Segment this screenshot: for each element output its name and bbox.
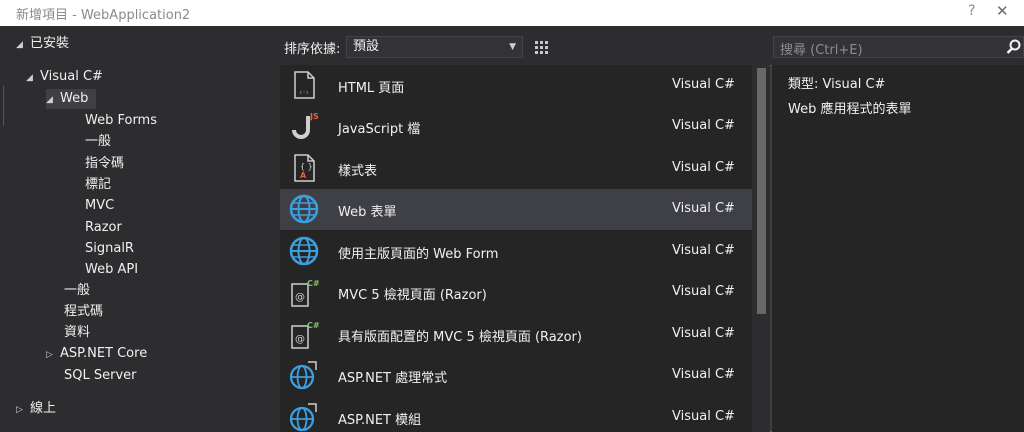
scrollbar-thumb[interactable] — [757, 68, 766, 314]
tree-label: 線上 — [30, 401, 57, 416]
expanded-triangle-icon[interactable]: ◢ — [16, 35, 30, 55]
item-name: ASP.NET 處理常式 — [338, 371, 448, 386]
tree-node-general[interactable]: 一般 — [85, 132, 111, 152]
list-item[interactable]: 使用主版頁面的 Web Form Visual C# — [280, 231, 752, 272]
item-name: 樣式表 — [338, 164, 378, 179]
sort-label: 排序依據: — [284, 42, 341, 57]
tree-node-sql-server[interactable]: SQL Server — [64, 366, 137, 386]
item-type: 類型: Visual C# — [788, 77, 886, 92]
template-list: ‹·› HTML 頁面 Visual C# JS JavaScript 檔 Vi… — [280, 65, 752, 432]
tree-label: 已安裝 — [30, 36, 70, 51]
chevron-down-icon: ▼ — [509, 42, 516, 52]
item-language: Visual C# — [672, 243, 735, 258]
handler-globe-icon — [289, 361, 317, 390]
tree-node-data[interactable]: 資料 — [64, 323, 90, 343]
item-language: Visual C# — [672, 160, 735, 175]
item-name: MVC 5 檢視頁面 (Razor) — [338, 288, 487, 303]
tree-node-visual-csharp[interactable]: ◢ Visual C# — [26, 67, 103, 87]
item-language: Visual C# — [672, 118, 735, 133]
list-item[interactable]: { } A 樣式表 Visual C# — [280, 148, 752, 189]
list-item[interactable]: JS JavaScript 檔 Visual C# — [280, 106, 752, 147]
close-button[interactable]: ✕ — [996, 2, 1009, 20]
item-language: Visual C# — [672, 326, 735, 341]
tree-node-mvc[interactable]: MVC — [85, 196, 114, 216]
item-name: Web 表單 — [338, 205, 397, 220]
tree-node-code[interactable]: 程式碼 — [64, 302, 103, 322]
item-name: 使用主版頁面的 Web Form — [338, 247, 499, 262]
sort-dropdown[interactable]: 預設 ▼ — [346, 36, 523, 58]
list-item-selected[interactable]: Web 表單 Visual C# — [280, 189, 752, 230]
item-language: Visual C# — [672, 77, 735, 92]
tree-label: Web — [60, 91, 89, 106]
window-title: 新增項目 - WebApplication2 — [16, 8, 191, 23]
razor-view-icon: @ C# — [291, 321, 320, 349]
html-page-icon: ‹·› — [294, 71, 315, 99]
expanded-triangle-icon[interactable]: ◢ — [26, 68, 40, 88]
stylesheet-icon: { } A — [294, 154, 315, 182]
list-item[interactable]: @ C# 具有版面配置的 MVC 5 檢視頁面 (Razor) Visual C… — [280, 314, 752, 355]
svg-text:‹·›: ‹·› — [299, 88, 309, 98]
javascript-file-icon: JS — [292, 112, 319, 139]
globe-icon — [289, 236, 319, 266]
tree-node-razor[interactable]: Razor — [85, 218, 122, 238]
tree-node-markup[interactable]: 標記 — [85, 175, 111, 195]
tree-node-online[interactable]: ▷ 線上 — [16, 399, 56, 419]
grid-view-icon — [535, 41, 548, 54]
tree-node-signalr[interactable]: SignalR — [85, 239, 134, 259]
globe-icon — [289, 194, 319, 224]
title-bar: 新增項目 - WebApplication2 ? ✕ — [0, 0, 1024, 26]
tree-node-web-api[interactable]: Web API — [85, 260, 138, 280]
details-panel: 類型: Visual C# Web 應用程式的表單 — [772, 65, 1024, 432]
search-input[interactable]: 搜尋 (Ctrl+E) — [780, 39, 863, 58]
svg-text:@: @ — [295, 292, 305, 303]
tree-node-script[interactable]: 指令碼 — [85, 154, 124, 174]
svg-text:{ }: { } — [300, 162, 313, 171]
tree-label: ASP.NET Core — [60, 346, 148, 361]
collapsed-triangle-icon[interactable]: ▷ — [16, 400, 30, 420]
item-language: Visual C# — [672, 367, 735, 382]
tree-node-web-forms[interactable]: Web Forms — [85, 111, 157, 131]
collapsed-triangle-icon[interactable]: ▷ — [46, 345, 60, 365]
razor-view-icon: @ C# — [291, 279, 320, 307]
item-language: Visual C# — [672, 201, 735, 216]
tree-node-aspnet-core[interactable]: ▷ ASP.NET Core — [46, 344, 147, 364]
tree-label: Visual C# — [40, 69, 103, 84]
sort-value: 預設 — [353, 39, 380, 54]
small-icons-view-button[interactable] — [530, 36, 552, 58]
module-globe-icon — [289, 403, 317, 432]
item-language: Visual C# — [672, 409, 735, 424]
svg-text:C#: C# — [307, 279, 320, 288]
item-language: Visual C# — [672, 284, 735, 299]
tree-node-installed[interactable]: ◢ 已安裝 — [16, 34, 69, 54]
expanded-triangle-icon[interactable]: ◢ — [46, 90, 60, 110]
edge-strip — [0, 86, 4, 126]
tree-node-general-csharp[interactable]: 一般 — [64, 281, 90, 301]
category-tree: ◢ 已安裝 ◢ Visual C# ◢ Web Web Forms 一般 指令碼 標記… — [0, 26, 279, 432]
svg-text:C#: C# — [307, 321, 320, 330]
item-name: HTML 頁面 — [338, 81, 405, 96]
item-name: 具有版面配置的 MVC 5 檢視頁面 (Razor) — [338, 330, 582, 345]
svg-text:A: A — [300, 171, 307, 180]
list-item[interactable]: ASP.NET 處理常式 Visual C# — [280, 355, 752, 396]
tree-node-web[interactable]: ◢ Web — [46, 89, 96, 109]
search-icon[interactable] — [1006, 39, 1022, 55]
help-button[interactable]: ? — [968, 3, 975, 19]
item-description: Web 應用程式的表單 — [788, 102, 912, 117]
svg-text:@: @ — [295, 334, 305, 345]
item-name: ASP.NET 模組 — [338, 413, 422, 428]
list-item[interactable]: @ C# MVC 5 檢視頁面 (Razor) Visual C# — [280, 272, 752, 313]
item-name: JavaScript 檔 — [338, 122, 421, 137]
svg-text:JS: JS — [309, 112, 319, 121]
list-item[interactable]: ASP.NET 模組 Visual C# — [280, 397, 752, 432]
list-item[interactable]: ‹·› HTML 頁面 Visual C# — [280, 65, 752, 106]
search-box[interactable]: 搜尋 (Ctrl+E) — [773, 36, 1024, 58]
